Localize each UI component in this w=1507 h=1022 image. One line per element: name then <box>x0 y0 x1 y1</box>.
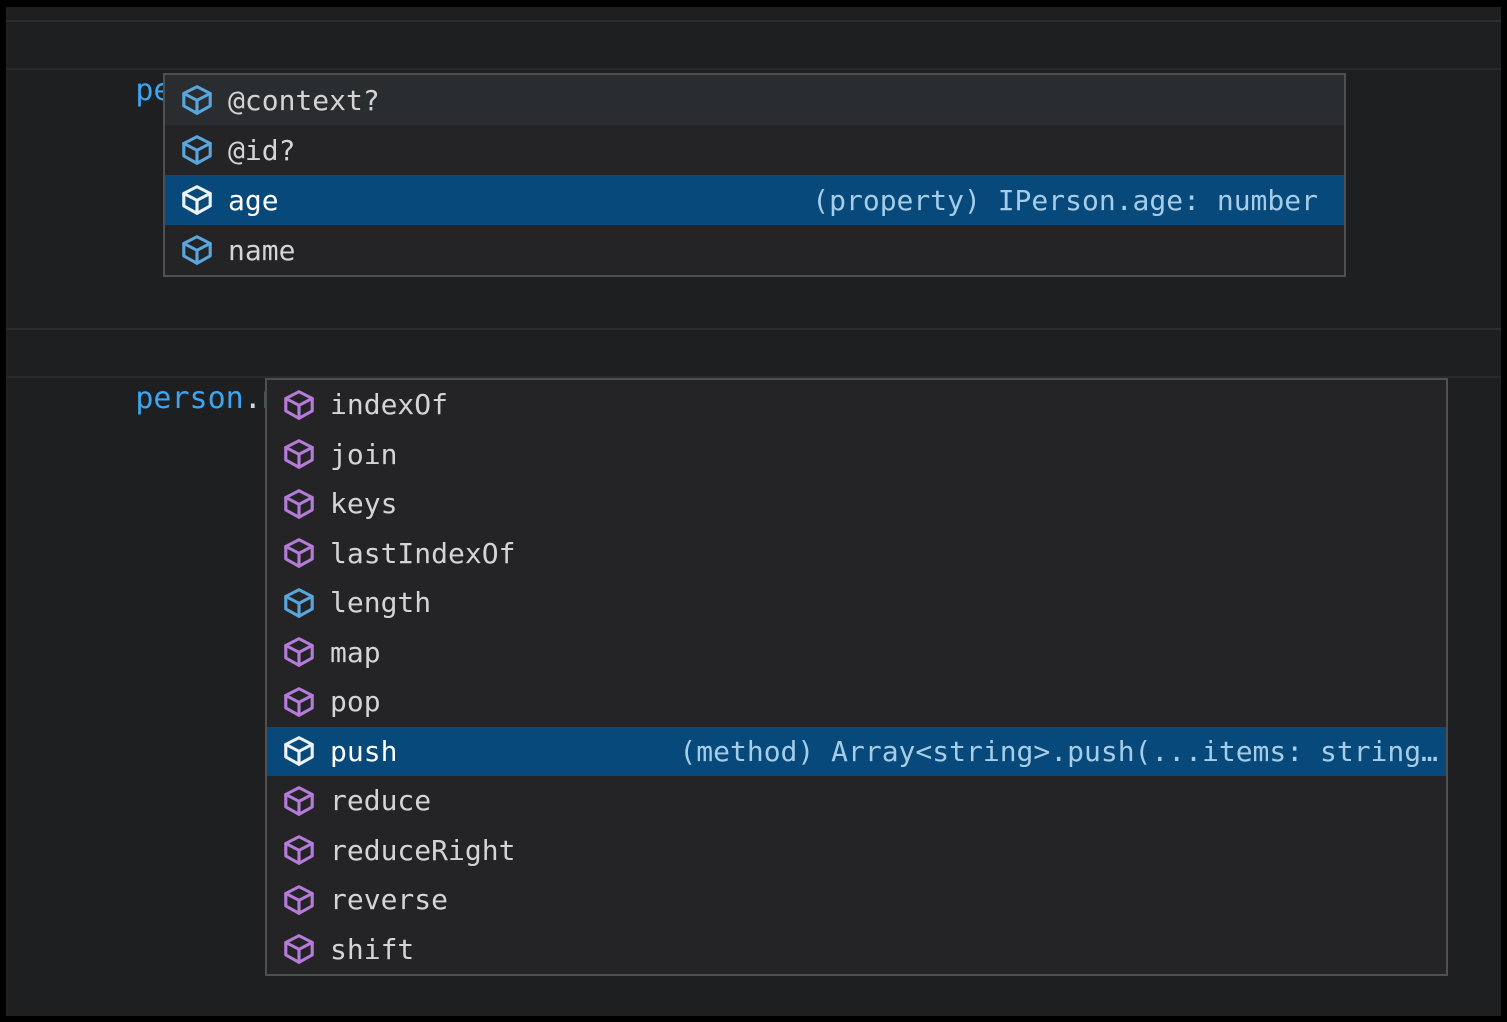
suggestion-label: reverse <box>330 883 448 916</box>
symbol-method-icon <box>281 536 317 570</box>
suggestion-label: length <box>330 586 431 619</box>
suggest-widget-string-members: indexOf join keys lastIndexOf length map <box>265 378 1448 976</box>
symbol-method-icon <box>281 685 317 719</box>
code-line-1[interactable]: person.; <box>6 20 1501 70</box>
suggestion-label: age <box>228 184 279 217</box>
symbol-method-icon <box>281 388 317 422</box>
suggestion-item-indexof[interactable]: indexOf <box>267 380 1446 430</box>
vscode-editor-screenshot: person.; @context? @id? age (property) I… <box>0 0 1507 1022</box>
suggest-widget-properties: @context? @id? age (property) IPerson.ag… <box>163 73 1346 277</box>
suggestion-label: map <box>330 636 381 669</box>
suggestion-label: reduceRight <box>330 834 515 867</box>
symbol-method-icon <box>281 734 317 768</box>
suggestion-item-reduceright[interactable]: reduceRight <box>267 826 1446 876</box>
suggestion-detail: (method) Array<string>.push(...items: st… <box>679 735 1438 768</box>
symbol-field-icon <box>179 83 215 117</box>
symbol-field-icon <box>281 586 317 620</box>
suggestion-item-context[interactable]: @context? <box>165 75 1344 125</box>
token-dot: . <box>244 381 262 416</box>
symbol-field-icon <box>179 233 215 267</box>
suggestion-item-length[interactable]: length <box>267 578 1446 628</box>
suggestion-item-pop[interactable]: pop <box>267 677 1446 727</box>
symbol-field-icon <box>179 183 215 217</box>
suggestion-label: @context? <box>228 84 380 117</box>
symbol-method-icon <box>281 487 317 521</box>
suggestion-label: join <box>330 438 397 471</box>
suggestion-label: push <box>330 735 397 768</box>
symbol-method-icon <box>281 883 317 917</box>
symbol-method-icon <box>281 932 317 966</box>
suggestion-item-shift[interactable]: shift <box>267 925 1446 975</box>
suggestion-item-keys[interactable]: keys <box>267 479 1446 529</box>
suggestion-item-name[interactable]: name <box>165 225 1344 275</box>
suggestion-detail: (property) IPerson.age: number <box>812 184 1336 217</box>
suggestion-item-reverse[interactable]: reverse <box>267 875 1446 925</box>
symbol-method-icon <box>281 833 317 867</box>
suggestion-label: pop <box>330 685 381 718</box>
symbol-method-icon <box>281 784 317 818</box>
symbol-field-icon <box>179 133 215 167</box>
suggestion-item-join[interactable]: join <box>267 430 1446 480</box>
suggestion-label: name <box>228 234 295 267</box>
suggestion-label: shift <box>330 933 414 966</box>
suggestion-item-map[interactable]: map <box>267 628 1446 678</box>
suggestion-item-reduce[interactable]: reduce <box>267 776 1446 826</box>
symbol-method-icon <box>281 437 317 471</box>
suggestion-item-push-selected[interactable]: push (method) Array<string>.push(...item… <box>267 727 1446 777</box>
symbol-method-icon <box>281 635 317 669</box>
editor-panel[interactable]: person.; @context? @id? age (property) I… <box>6 7 1501 1016</box>
token-variable-person: person <box>135 381 243 416</box>
suggestion-item-lastindexof[interactable]: lastIndexOf <box>267 529 1446 579</box>
suggestion-label: @id? <box>228 134 295 167</box>
suggestion-label: indexOf <box>330 388 448 421</box>
suggestion-label: reduce <box>330 784 431 817</box>
suggestion-label: keys <box>330 487 397 520</box>
code-line-2[interactable]: person.name.; <box>6 328 1501 378</box>
suggestion-item-age-selected[interactable]: age (property) IPerson.age: number <box>165 175 1344 225</box>
suggestion-item-id[interactable]: @id? <box>165 125 1344 175</box>
suggestion-label: lastIndexOf <box>330 537 515 570</box>
